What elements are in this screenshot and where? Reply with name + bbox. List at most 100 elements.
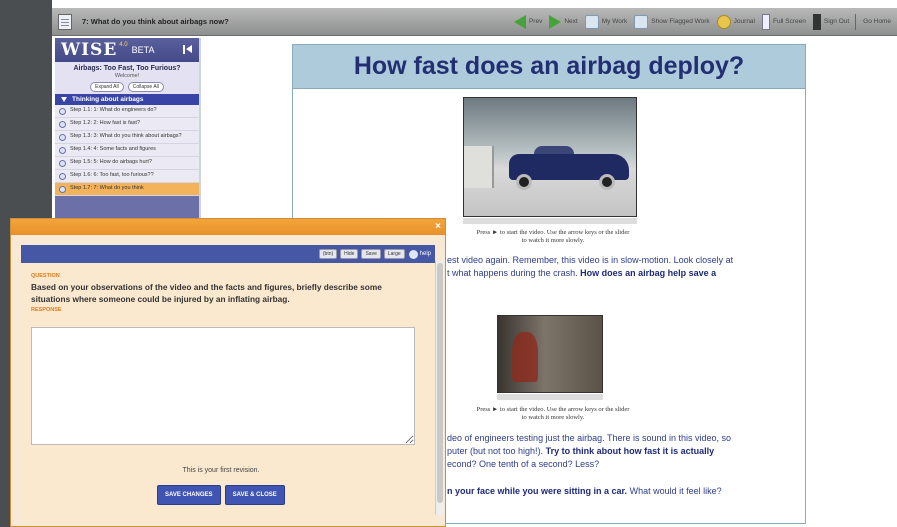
divider: [855, 13, 857, 30]
full-screen-button[interactable]: Full Screen: [762, 13, 806, 30]
para-text: econd? One tenth of a second? Less?: [447, 459, 600, 470]
para-text: deo of engineers testing just the airbag…: [447, 433, 732, 443]
note-popup: × (btn) Hide Save Large help QUESTION Ba…: [10, 218, 446, 527]
sign-out-button[interactable]: Sign Out: [812, 13, 850, 30]
journal-icon: [716, 14, 731, 29]
step-item[interactable]: Step 1.2: 2: How fast is fast?: [55, 118, 199, 131]
caption-line: Press ► to start the video. Use the arro…: [476, 406, 630, 413]
activity-header[interactable]: Thinking about airbags: [55, 94, 199, 105]
para-text: What would it feel like?: [629, 486, 722, 496]
popup-scrollbar[interactable]: [435, 261, 444, 515]
step-title: 7: What do you think about airbags now?: [82, 17, 229, 26]
step-item[interactable]: Step 1.4: 4: Some facts and figures: [55, 144, 199, 157]
note-panel: (btn) Hide Save Large help QUESTION Base…: [21, 245, 435, 523]
step-label: Step 1.7: 7: What do you think: [70, 185, 144, 191]
sign-out-icon: [812, 13, 821, 30]
step-icon: [59, 121, 66, 128]
wise-version: 4.0: [119, 42, 128, 48]
response-textarea[interactable]: [31, 327, 415, 445]
step-label: Step 1.2: 2: How fast is fast?: [70, 120, 141, 126]
scroll-thumb[interactable]: [437, 263, 443, 503]
step-icon: [59, 147, 66, 154]
step-item[interactable]: Step 1.6: 6: Too fast, too furious??: [55, 170, 199, 183]
instruction-paragraph: n your face while you were sitting in a …: [447, 485, 802, 498]
step-icon: [59, 173, 66, 180]
prev-button[interactable]: Prev: [513, 14, 542, 29]
welcome-text: Welcome!: [114, 73, 140, 79]
flag-document-icon: [634, 14, 649, 29]
toolbar-button[interactable]: (btn): [318, 249, 338, 259]
note-toolbar: (btn) Hide Save Large help: [21, 245, 435, 263]
crash-barrier: [464, 146, 494, 188]
wise-beta: BETA: [131, 45, 155, 55]
sign-out-label: Sign Out: [823, 18, 850, 25]
next-button[interactable]: Next: [549, 14, 578, 29]
step-item-active[interactable]: Step 1.7: 7: What do you think: [55, 183, 199, 196]
video-slider[interactable]: [497, 394, 603, 400]
step-icon: [59, 186, 66, 193]
question-text: Based on your observations of the video …: [31, 282, 382, 304]
top-toolbar: 7: What do you think about airbags now? …: [52, 8, 897, 36]
help-icon[interactable]: [408, 249, 418, 259]
show-flagged-work-button[interactable]: Show Flagged Work: [634, 14, 710, 29]
go-home-button[interactable]: Go Home: [863, 18, 891, 25]
popup-titlebar[interactable]: ×: [11, 219, 445, 235]
save-close-button[interactable]: SAVE & CLOSE: [224, 485, 285, 505]
video-caption: Press ► to start the video. Use the arro…: [443, 406, 663, 423]
full-screen-label: Full Screen: [773, 18, 806, 25]
caption-line: to watch it more slowly.: [521, 414, 585, 422]
video-caption: Press ► to start the video. Use the arro…: [443, 229, 663, 246]
step-icon: [59, 108, 66, 115]
para-text: t what happens during the crash.: [447, 268, 578, 279]
close-icon[interactable]: ×: [435, 221, 441, 232]
page-title: How fast does an airbag deploy?: [353, 52, 745, 80]
crash-test-video[interactable]: [463, 97, 637, 217]
triangle-down-icon: [61, 97, 67, 102]
instruction-paragraph: deo of engineers testing just the airbag…: [447, 432, 802, 471]
large-button[interactable]: Large: [383, 249, 405, 259]
save-button[interactable]: Save: [361, 249, 381, 259]
airbag-test-video[interactable]: [497, 315, 603, 393]
instruction-paragraph: est video again. Remember, this video is…: [447, 254, 802, 280]
show-flagged-work-label: Show Flagged Work: [651, 18, 710, 25]
journal-label: Journal: [733, 18, 755, 25]
my-work-label: My Work: [601, 18, 628, 25]
step-icon: [59, 134, 66, 141]
collapse-sidebar-icon[interactable]: [183, 45, 193, 54]
step-list: Step 1.1: 1: What do engineers do? Step …: [55, 105, 199, 196]
caption-line: Press ► to start the video. Use the arro…: [476, 229, 630, 236]
expand-all-button[interactable]: Expand All: [90, 82, 124, 92]
save-buttons: SAVE CHANGES SAVE & CLOSE: [157, 485, 285, 505]
save-changes-button[interactable]: SAVE CHANGES: [157, 485, 221, 505]
step-icon: [59, 160, 66, 167]
para-bold: Try to think about how fast it is actual…: [545, 446, 715, 457]
step-page-icon: [58, 13, 72, 30]
journal-button[interactable]: Journal: [716, 14, 755, 29]
para-text: est video again. Remember, this video is…: [447, 255, 734, 265]
arrow-right-icon: [549, 14, 562, 29]
step-label: Step 1.3: 3: What do you think about air…: [70, 133, 182, 139]
wise-header: WISE 4.0 BETA: [55, 38, 199, 62]
project-title: Airbags: Too Fast, Too Furious?: [73, 65, 181, 72]
collapse-all-button[interactable]: Collapse All: [127, 82, 164, 92]
step-label: Step 1.5: 5: How do airbags hurt?: [70, 159, 152, 165]
video-slider[interactable]: [463, 218, 637, 224]
para-text: puter (but not too high!).: [447, 446, 544, 457]
step-item[interactable]: Step 1.1: 1: What do engineers do?: [55, 105, 199, 118]
document-icon: [584, 14, 599, 29]
arrow-left-icon: [513, 14, 526, 29]
nav-bar: Prev Next My Work Show Flagged Work Jour…: [507, 8, 897, 35]
my-work-button[interactable]: My Work: [584, 14, 628, 29]
wise-logo: WISE: [61, 40, 118, 60]
step-item[interactable]: Step 1.5: 5: How do airbags hurt?: [55, 157, 199, 170]
step-label: Step 1.1: 1: What do engineers do?: [70, 107, 157, 113]
help-link[interactable]: help: [420, 251, 431, 257]
current-step: 7: What do you think about airbags now?: [52, 8, 229, 35]
go-home-label: Go Home: [863, 18, 891, 25]
navigation-sidebar: WISE 4.0 BETA Airbags: Too Fast, Too Fur…: [55, 38, 201, 218]
hide-button[interactable]: Hide: [340, 249, 359, 259]
content-title-bar: How fast does an airbag deploy?: [293, 45, 805, 89]
step-label: Step 1.4: 4: Some facts and figures: [70, 146, 156, 152]
step-item[interactable]: Step 1.3: 3: What do you think about air…: [55, 131, 199, 144]
response-label: RESPONSE: [31, 307, 62, 314]
